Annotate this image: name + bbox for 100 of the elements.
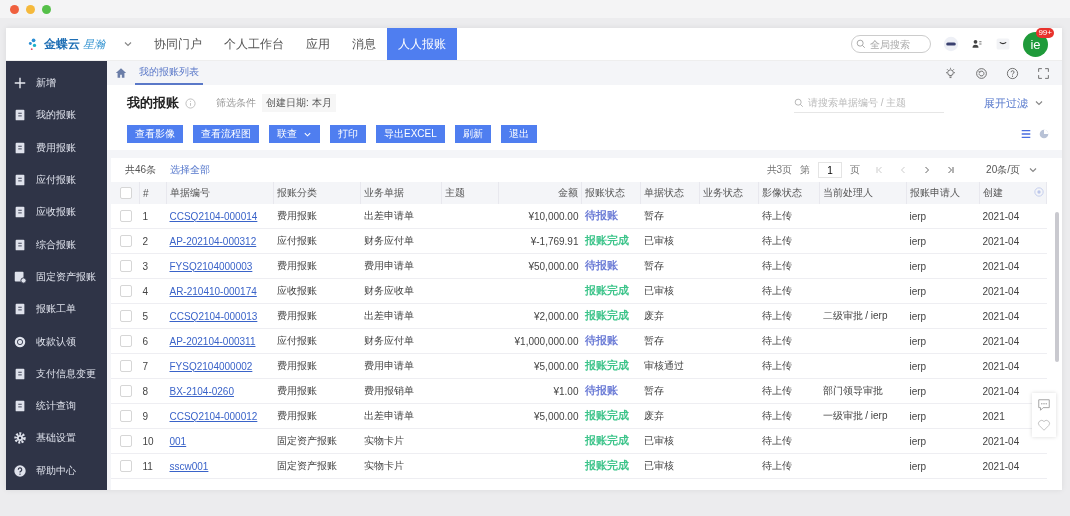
toolbar-button[interactable]: 打印: [330, 125, 366, 143]
table-cell: 固定资产报账: [276, 460, 337, 471]
heart-icon[interactable]: [1037, 418, 1051, 432]
page-size-select[interactable]: 20条/页: [986, 163, 1020, 177]
select-all-link[interactable]: 选择全部: [170, 163, 211, 177]
table-cell: 实物卡片: [363, 460, 404, 471]
row-checkbox[interactable]: [120, 235, 132, 248]
toolbar-button[interactable]: 退出: [500, 125, 537, 143]
toolbar-button[interactable]: 联查: [269, 125, 320, 143]
document-link[interactable]: AR-210410-000174: [169, 285, 257, 297]
table-cell: 财务应收单: [363, 285, 414, 296]
status-text: 报账完成: [584, 359, 629, 371]
row-checkbox[interactable]: [120, 260, 132, 273]
table-cell: 待上传: [761, 435, 792, 446]
row-checkbox[interactable]: [120, 285, 132, 298]
table-cell: ¥1,000,000.00: [514, 335, 579, 347]
document-icon: [13, 108, 27, 123]
table-cell: 已审核: [643, 460, 674, 471]
row-checkbox[interactable]: [120, 460, 132, 473]
last-page-icon[interactable]: [946, 165, 957, 175]
column-header: 业务单据: [360, 182, 442, 204]
sidebar-item[interactable]: 收款认领: [6, 325, 107, 358]
zoom-dot[interactable]: [42, 4, 51, 14]
expand-filter-link[interactable]: 展开过滤: [984, 95, 1028, 111]
table-cell: 2021-04: [982, 435, 1020, 447]
chevron-down-icon[interactable]: [1034, 98, 1044, 108]
lightbulb-icon[interactable]: [944, 66, 957, 80]
document-link[interactable]: FYSQ2104000003: [169, 260, 253, 272]
sidebar-item[interactable]: 统计查询: [6, 389, 107, 423]
filter-chip[interactable]: 创建日期: 本月: [262, 94, 336, 112]
column-header: 单据编号: [166, 182, 274, 204]
toggle-icon[interactable]: [943, 36, 959, 52]
minimize-dot[interactable]: [26, 4, 35, 14]
search-field[interactable]: 全局搜索: [851, 35, 931, 53]
help-icon[interactable]: [1006, 66, 1019, 80]
toolbar-button[interactable]: 刷新: [454, 125, 491, 143]
sidebar-item[interactable]: 支付信息变更: [6, 357, 107, 390]
document-icon: [13, 269, 27, 284]
document-link[interactable]: 001: [169, 435, 187, 447]
table-cell: 废弃: [643, 310, 664, 321]
column-header: 影像状态: [758, 182, 820, 204]
document-link[interactable]: AP-202104-000311: [169, 335, 256, 347]
sidebar-item[interactable]: 基础设置: [6, 422, 107, 455]
row-checkbox[interactable]: [120, 210, 132, 223]
row-checkbox[interactable]: [120, 410, 132, 423]
sidebar-item[interactable]: 帮助中心: [6, 454, 107, 487]
row-checkbox[interactable]: [120, 435, 132, 448]
chevron-down-icon[interactable]: [1028, 165, 1038, 175]
document-link[interactable]: CCSQ2104-000013: [169, 310, 258, 322]
table-cell: 2021: [982, 410, 1005, 422]
table-cell: ¥10,000.00: [528, 210, 579, 222]
document-link[interactable]: CCSQ2104-000014: [169, 210, 258, 222]
page-input[interactable]: 1: [818, 162, 843, 178]
nav-tab[interactable]: 人人报账: [387, 28, 457, 60]
row-checkbox[interactable]: [120, 335, 132, 348]
column-header: 金额: [498, 182, 582, 204]
scrollbar[interactable]: [1055, 212, 1059, 362]
table-cell: 待上传: [761, 285, 792, 296]
document-link[interactable]: CCSQ2104-000012: [169, 410, 258, 422]
chevron-down-icon[interactable]: [123, 39, 133, 49]
sidebar-item[interactable]: 报账工单: [6, 293, 107, 326]
row-checkbox[interactable]: [120, 310, 132, 323]
sidebar-item[interactable]: 费用报账: [6, 131, 107, 164]
sidebar-item[interactable]: 应收报账: [6, 196, 107, 229]
row-checkbox[interactable]: [120, 360, 132, 373]
document-link[interactable]: FYSQ2104000002: [169, 360, 253, 372]
chart-view-icon[interactable]: [1038, 128, 1050, 140]
toolbar-button[interactable]: 导出EXCEL: [376, 125, 445, 143]
table-cell: 待上传: [761, 210, 792, 221]
list-view-icon[interactable]: [1020, 128, 1032, 140]
fullscreen-icon[interactable]: [1037, 66, 1050, 80]
table-cell: 待上传: [761, 460, 792, 471]
column-header: #: [139, 182, 167, 204]
row-number: 8: [142, 385, 149, 397]
sidebar-item[interactable]: 我的报账: [6, 99, 107, 132]
document-link[interactable]: BX-2104-0260: [169, 385, 234, 397]
close-dot[interactable]: [10, 4, 19, 14]
home-icon[interactable]: [115, 67, 127, 79]
nav-tab[interactable]: 消息: [341, 28, 387, 60]
settings-icon[interactable]: [1034, 187, 1044, 197]
table-cell: 2021-04: [982, 210, 1020, 222]
sidebar-item[interactable]: 新增: [6, 67, 107, 100]
row-checkbox[interactable]: [120, 385, 132, 398]
select-all-checkbox[interactable]: [120, 187, 132, 200]
contacts-icon[interactable]: [971, 38, 983, 50]
nav-tab[interactable]: 个人工作台: [213, 28, 295, 60]
nav-tab[interactable]: 应用: [295, 28, 341, 60]
nav-tab[interactable]: 协同门户: [143, 28, 213, 60]
toolbar-button[interactable]: 查看流程图: [193, 125, 259, 143]
document-link[interactable]: sscw001: [169, 460, 209, 472]
document-link[interactable]: AP-202104-000312: [169, 235, 257, 247]
sidebar-item[interactable]: 应付报账: [6, 163, 107, 197]
first-page-icon[interactable]: [874, 165, 885, 175]
inbox-icon[interactable]: [995, 36, 1011, 52]
table-cell: ierp: [909, 360, 927, 372]
chat-icon[interactable]: [1037, 398, 1051, 412]
table-cell: 2021-04: [982, 360, 1020, 372]
toolbar-button[interactable]: 查看影像: [127, 125, 183, 143]
sidebar-item[interactable]: 综合报账: [6, 228, 107, 261]
sidebar-item[interactable]: 固定资产报账: [6, 260, 107, 294]
